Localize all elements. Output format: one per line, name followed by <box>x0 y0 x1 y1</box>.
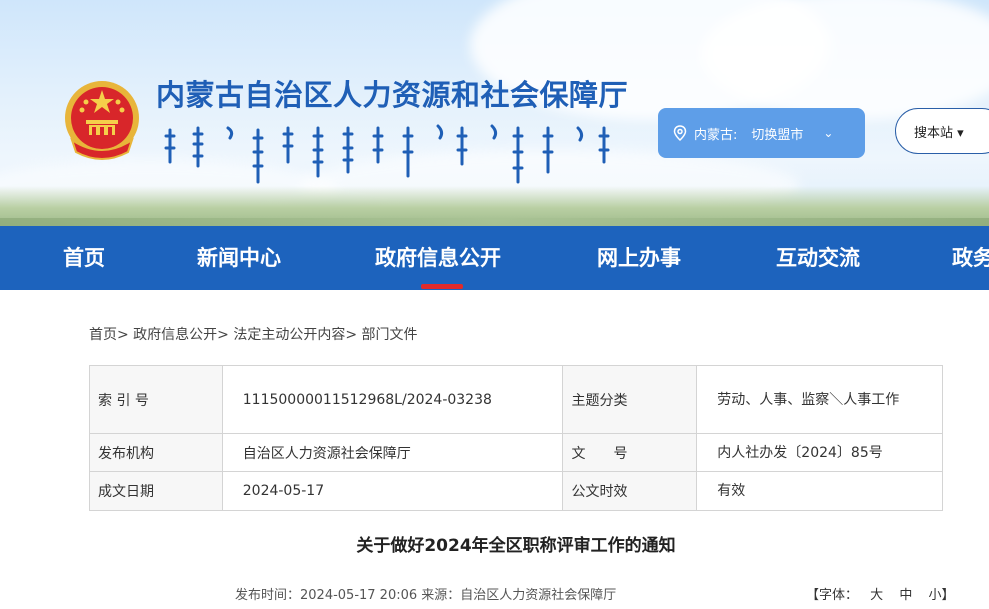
topic-label: 主题分类 <box>562 365 698 434</box>
font-small-button[interactable]: 小】 <box>928 588 954 603</box>
topic-value: 劳动、人事、监察＼人事工作 <box>696 365 943 434</box>
nav-item-online-services[interactable]: 网上办事 <box>597 226 681 290</box>
index-no-label: 索 引 号 <box>89 365 223 434</box>
search-scope-dropdown[interactable]: 搜本站 ▾ <box>895 108 989 154</box>
main-nav: 首页 新闻中心 政府信息公开 网上办事 互动交流 政务 <box>0 226 989 290</box>
nav-item-gov-info[interactable]: 政府信息公开 <box>375 226 501 290</box>
site-title[interactable]: 内蒙古自治区人力资源和社会保障厅 <box>156 72 628 114</box>
date-label: 成文日期 <box>89 471 223 511</box>
nav-item-government-affairs[interactable]: 政务 <box>952 226 989 290</box>
nav-item-home[interactable]: 首页 <box>63 226 105 290</box>
font-large-button[interactable]: 大 <box>870 588 883 603</box>
doc-no-label: 文 号 <box>562 433 698 472</box>
location-icon <box>673 125 687 141</box>
document-title: 关于做好2024年全区职称评审工作的通知 <box>356 536 676 556</box>
table-row: 成文日期 2024-05-17 公文时效 有效 <box>89 471 943 511</box>
table-row: 索 引 号 11150000011512968L/2024-03238 主题分类… <box>89 365 943 434</box>
mongolian-title-script <box>164 124 610 184</box>
font-medium-button[interactable]: 中 <box>899 588 912 603</box>
validity-label: 公文时效 <box>562 471 698 511</box>
publisher-label: 发布机构 <box>89 433 223 472</box>
nav-item-interaction[interactable]: 互动交流 <box>776 226 860 290</box>
publisher-value: 自治区人力资源社会保障厅 <box>221 433 564 472</box>
date-value: 2024-05-17 <box>221 471 564 511</box>
font-size-label: 【字体： <box>806 588 859 603</box>
document-info-table: 索 引 号 11150000011512968L/2024-03238 主题分类… <box>89 365 943 511</box>
national-emblem-icon[interactable] <box>62 78 142 164</box>
index-no-value: 11150000011512968L/2024-03238 <box>221 365 564 434</box>
header-banner: 内蒙古自治区人力资源和社会保障厅 内蒙古: 切换盟市 ⌄ 搜本站 ▾ <box>0 0 989 226</box>
active-nav-indicator <box>421 284 463 289</box>
nav-item-news[interactable]: 新闻中心 <box>197 226 281 290</box>
doc-no-value: 内人社办发〔2024〕85号 <box>696 433 943 472</box>
chevron-down-icon[interactable]: ⌄ <box>823 126 833 140</box>
region-label: 内蒙古: <box>694 127 738 143</box>
validity-value: 有效 <box>696 471 943 511</box>
region-switcher[interactable]: 内蒙古: 切换盟市 ⌄ <box>658 108 865 158</box>
table-row: 发布机构 自治区人力资源社会保障厅 文 号 内人社办发〔2024〕85号 <box>89 433 943 472</box>
publish-meta: 发布时间：2024-05-17 20:06 来源：自治区人力资源社会保障厅 <box>235 588 617 603</box>
breadcrumb[interactable]: 首页> 政府信息公开> 法定主动公开内容> 部门文件 <box>89 324 418 344</box>
font-size-control: 【字体： 大 中 小】 <box>806 584 954 603</box>
switch-league-city[interactable]: 切换盟市 <box>751 124 803 143</box>
